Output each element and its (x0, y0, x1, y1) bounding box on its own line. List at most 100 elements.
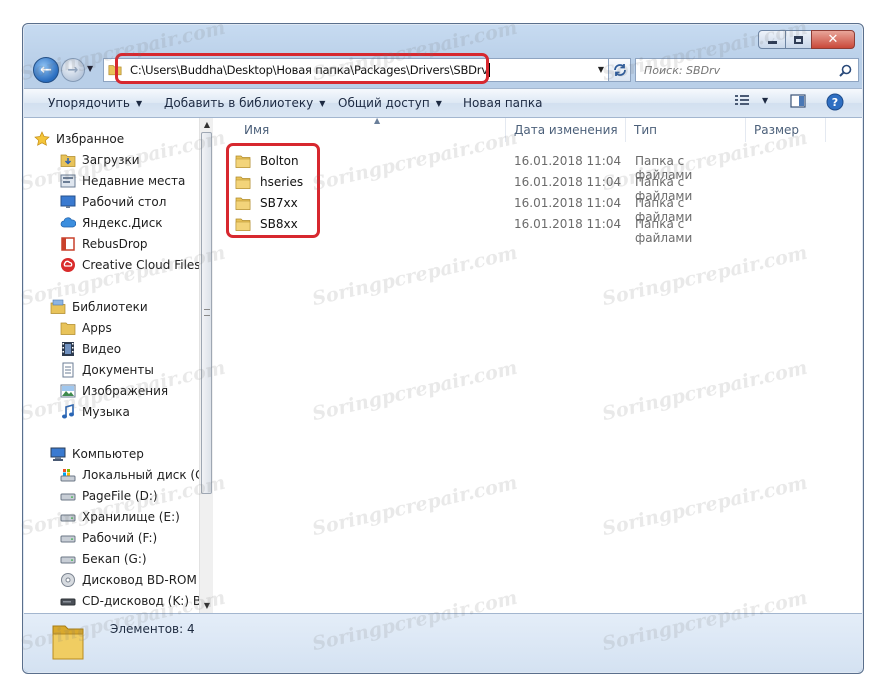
forward-arrow-icon: → (67, 62, 79, 78)
view-options-button[interactable]: ▼ (734, 93, 768, 107)
view-list-icon (735, 95, 749, 105)
refresh-icon (613, 64, 626, 76)
nav-item-drive-e[interactable]: Хранилище (E:) (60, 506, 180, 527)
nav-item-drive-k[interactable]: CD-дисковод (K:) Bee (60, 590, 199, 611)
forward-button[interactable]: → (61, 58, 85, 82)
nav-item-downloads[interactable]: Загрузки (60, 149, 140, 170)
nav-libraries[interactable]: Библиотеки (50, 296, 148, 317)
recent-places-icon (60, 174, 76, 187)
nav-item-label: PageFile (D:) (82, 488, 158, 503)
close-icon: ✕ (827, 32, 839, 47)
add-to-library-menu[interactable]: Добавить в библиотеку ▼ (164, 96, 325, 110)
column-type-label: Тип (634, 123, 657, 137)
column-name[interactable]: Имя (236, 118, 506, 142)
file-date: 16.01.2018 11:04 (514, 196, 622, 210)
nav-item-drive-g[interactable]: Бекап (G:) (60, 548, 147, 569)
nav-item-drive-f[interactable]: Рабочий (F:) (60, 527, 157, 548)
column-size-label: Размер (754, 123, 800, 137)
search-box[interactable] (635, 58, 859, 82)
close-button[interactable]: ✕ (811, 30, 855, 49)
minimize-icon (767, 41, 777, 44)
nav-item-label: Дисковод BD-ROM (I (82, 572, 199, 587)
maximize-icon (794, 35, 803, 44)
computer-icon (50, 447, 66, 461)
video-icon (62, 341, 74, 356)
rebusdrop-icon (61, 236, 75, 251)
address-dropdown-icon[interactable]: ▼ (598, 65, 604, 74)
nav-item-label: Локальный диск (C:) (82, 467, 199, 482)
minimize-button[interactable] (758, 30, 786, 49)
nav-item-video[interactable]: Видео (60, 338, 121, 359)
nav-item-yandex-disk[interactable]: Яндекс.Диск (60, 212, 163, 233)
column-date[interactable]: Дата изменения (506, 118, 626, 142)
drive-icon (60, 493, 76, 500)
creative-cloud-icon (61, 257, 75, 272)
file-date: 16.01.2018 11:04 (514, 175, 622, 189)
nav-scrollbar[interactable]: ▲ ▼ (199, 118, 213, 613)
nav-favorites[interactable]: Избранное (34, 128, 124, 149)
chevron-down-icon: ▼ (135, 99, 143, 108)
nav-item-apps[interactable]: Apps (60, 317, 112, 338)
item-count: Элементов: 4 (110, 622, 195, 636)
file-date: 16.01.2018 11:04 (514, 217, 622, 231)
maximize-button[interactable] (785, 30, 812, 49)
back-button[interactable]: ← (33, 57, 59, 83)
column-name-label: Имя (244, 123, 270, 137)
scrollbar-thumb[interactable] (201, 132, 212, 494)
window-controls: ✕ (758, 30, 855, 49)
desktop-icon (60, 195, 76, 208)
nav-libraries-label: Библиотеки (72, 299, 148, 314)
help-icon: ? (826, 93, 844, 111)
search-input[interactable] (644, 63, 834, 77)
nav-item-drive-d[interactable]: PageFile (D:) (60, 485, 158, 506)
search-icon[interactable] (839, 64, 852, 77)
nav-item-label: Рабочий стол (82, 194, 167, 209)
explorer-window: ✕ ← → ▼ C:\Users\Buddha\Desktop\Новая па… (22, 23, 864, 674)
organize-menu[interactable]: Упорядочить ▼ (48, 96, 142, 110)
details-pane: Элементов: 4 (24, 613, 862, 672)
nav-item-label: Видео (82, 341, 122, 356)
nav-item-label: Apps (82, 320, 112, 335)
address-highlight-annotation (115, 53, 489, 84)
column-size[interactable]: Размер (746, 118, 826, 142)
system-drive-icon (60, 468, 76, 481)
nav-item-music[interactable]: Музыка (60, 401, 130, 422)
column-date-label: Дата изменения (514, 123, 618, 137)
scroll-down-icon[interactable]: ▼ (200, 599, 214, 613)
navigation-pane: Избранное Загрузки Недавние места Рабочи… (24, 118, 199, 613)
recent-pages-button[interactable]: ▼ (87, 64, 93, 73)
nav-item-documents[interactable]: Документы (60, 359, 154, 380)
scroll-up-icon[interactable]: ▲ (200, 118, 214, 132)
help-button[interactable]: ? (826, 93, 844, 111)
star-icon (34, 130, 50, 146)
svg-text:?: ? (832, 96, 838, 109)
nav-item-label: Музыка (82, 404, 130, 419)
column-type[interactable]: Тип (626, 118, 746, 142)
nav-item-drive-c[interactable]: Локальный диск (C:) (60, 464, 199, 485)
nav-item-label: Хранилище (E:) (82, 509, 180, 524)
bd-rom-icon (61, 572, 75, 587)
new-folder-button[interactable]: Новая папка (463, 96, 542, 110)
nav-item-creative-cloud[interactable]: Creative Cloud Files (60, 254, 199, 275)
share-menu[interactable]: Общий доступ ▼ (338, 96, 442, 110)
folder-large-icon (52, 625, 84, 660)
nav-item-label: Creative Cloud Files (82, 257, 199, 272)
refresh-button[interactable] (609, 58, 631, 82)
organize-label: Упорядочить (48, 96, 130, 110)
preview-pane-button[interactable] (790, 93, 806, 109)
cloud-icon (60, 216, 76, 227)
nav-item-recent-places[interactable]: Недавние места (60, 170, 185, 191)
nav-computer[interactable]: Компьютер (50, 443, 144, 464)
nav-item-label: Изображения (82, 383, 169, 398)
nav-item-drive-i[interactable]: Дисковод BD-ROM (I (60, 569, 199, 590)
file-type: Папка с файлами (635, 217, 693, 245)
nav-item-rebusdrop[interactable]: RebusDrop (60, 233, 148, 254)
command-bar: Упорядочить ▼ Добавить в библиотеку ▼ Общи… (24, 88, 862, 118)
nav-item-desktop[interactable]: Рабочий стол (60, 191, 166, 212)
images-icon (60, 384, 76, 397)
chevron-down-icon: ▼ (435, 99, 442, 108)
nav-item-label: Яндекс.Диск (82, 215, 163, 230)
nav-computer-label: Компьютер (72, 446, 144, 461)
nav-item-images[interactable]: Изображения (60, 380, 168, 401)
back-arrow-icon: ← (40, 62, 52, 78)
